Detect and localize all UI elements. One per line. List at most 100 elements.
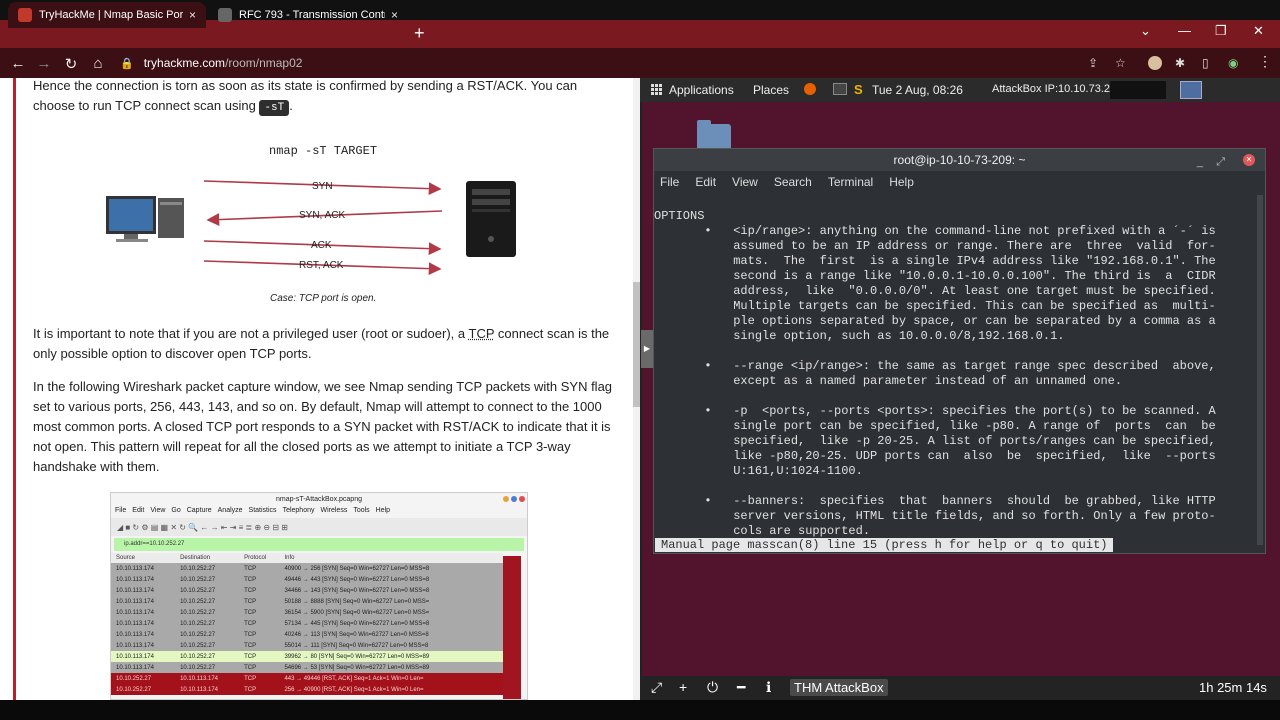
- extensions-puzzle-icon[interactable]: ✱: [1175, 56, 1185, 70]
- paragraph-end: .: [289, 98, 293, 113]
- info-icon[interactable]: ℹ: [766, 679, 771, 696]
- terminal-line: mats. The first is a single IPv4 address…: [654, 254, 1216, 268]
- packet-cell-info: 40246 → 113 [SYN] Seq=0 Win=62727 Len=0 …: [279, 629, 503, 640]
- share-icon[interactable]: ⇪: [1088, 56, 1098, 70]
- tab-rfc793[interactable]: RFC 793 - Transmission Control P ×: [208, 2, 408, 28]
- tab-tryhackme[interactable]: TryHackMe | Nmap Basic Port Sca ×: [8, 2, 206, 28]
- packet-cell-proto: TCP: [239, 684, 280, 695]
- terminal-line: address, like "0.0.0.0/0". At least one …: [654, 284, 1216, 298]
- terminal-line: single option, such as 10.0.0.0/8,192.16…: [654, 329, 1065, 343]
- browser-menu-icon[interactable]: ⋮: [1258, 53, 1272, 70]
- attackbox-bottom-bar: [640, 676, 1280, 700]
- power-icon[interactable]: ⏻: [707, 679, 718, 696]
- terminal-launcher-icon[interactable]: [833, 83, 847, 95]
- side-panel-icon[interactable]: ▯: [1202, 56, 1209, 70]
- packet-cell-info: 57134 → 445 [SYN] Seq=0 Win=62727 Len=0 …: [279, 618, 503, 629]
- packet-cell-dst: 10.10.113.174: [175, 684, 240, 695]
- terminal-line: second is a range like "10.0.0.1-10.0.0.…: [654, 269, 1216, 283]
- packet-cell-info: 256 → 40900 [RST, ACK] Seq=1 Ack=1 Win=0…: [279, 684, 503, 695]
- packet-cell-dst: 10.10.252.27: [175, 618, 240, 629]
- packet-list-table: Source Destination Protocol Info 10.10.113.…: [111, 553, 503, 695]
- terminal-line: like -p80,20-25. UDP ports can also be s…: [654, 449, 1216, 463]
- sublime-icon[interactable]: S: [854, 82, 863, 97]
- terminal-menu-item[interactable]: Help: [889, 175, 914, 189]
- extension-icon[interactable]: ◉: [1228, 56, 1238, 70]
- column-header: Source: [111, 553, 176, 563]
- terminal-minimize-icon[interactable]: _: [1197, 151, 1203, 173]
- window-dots: [503, 496, 525, 502]
- scrollbar-thumb[interactable]: [633, 282, 640, 407]
- url-host: tryhackme.com: [143, 56, 226, 70]
- tab-title: RFC 793 - Transmission Control P: [239, 9, 385, 21]
- terminal-line: U:161,U:1024-1100.: [654, 464, 863, 478]
- tcp-abbr[interactable]: TCP: [469, 326, 495, 341]
- packet-row: 10.10.113.174 10.10.252.27 TCP 54696 → 53 […: [111, 662, 503, 673]
- add-icon[interactable]: +: [679, 679, 687, 695]
- packet-row: 10.10.113.174 10.10.252.27 TCP 40246 → 113 …: [111, 629, 503, 640]
- arrow-label: ACK: [311, 240, 332, 251]
- packet-cell-proto: TCP: [239, 673, 280, 684]
- maximize-window-button[interactable]: ❐: [1215, 23, 1227, 39]
- terminal-line: except as a named parameter instead of a…: [654, 374, 1123, 388]
- packet-cell-dst: 10.10.252.27: [175, 563, 240, 574]
- packet-row: 10.10.113.174 10.10.252.27 TCP 57134 → 445 …: [111, 618, 503, 629]
- side-panel-toggle-icon[interactable]: ▶: [641, 330, 653, 368]
- packet-cell-src: 10.10.113.174: [111, 563, 176, 574]
- forward-arrow-icon[interactable]: →: [31, 55, 57, 72]
- terminal-maximize-icon[interactable]: ⤢: [1216, 151, 1225, 173]
- firefox-icon[interactable]: [804, 83, 816, 95]
- applications-menu[interactable]: Applications: [669, 83, 734, 97]
- packet-row: 10.10.113.174 10.10.252.27 TCP 34466 → 143 …: [111, 585, 503, 596]
- new-tab-button[interactable]: +: [414, 24, 425, 42]
- terminal-menu-item[interactable]: View: [732, 175, 758, 189]
- article-scrollbar[interactable]: [633, 78, 640, 700]
- terminal-menu-item[interactable]: File: [660, 175, 679, 189]
- packet-cell-dst: 10.10.252.27: [175, 651, 240, 662]
- url-field[interactable]: 🔒 tryhackme.com/room/nmap02: [120, 53, 1140, 73]
- reload-icon[interactable]: ↻: [58, 55, 84, 73]
- terminal-close-icon[interactable]: ✕: [1243, 154, 1255, 166]
- places-menu[interactable]: Places: [753, 83, 789, 97]
- packet-cell-src: 10.10.113.174: [111, 618, 176, 629]
- paragraph-text: Hence the connection is torn as soon as …: [33, 78, 578, 113]
- packet-cell-dst: 10.10.252.27: [175, 574, 240, 585]
- wireshark-menu: File Edit View Go Capture Analyze Statistics Te…: [111, 507, 527, 518]
- packet-cell-src: 10.10.113.174: [111, 585, 176, 596]
- wireshark-menu-item: Edit: [132, 507, 145, 514]
- profile-avatar[interactable]: [1148, 56, 1162, 70]
- packet-cell-src: 10.10.113.174: [111, 662, 176, 673]
- paragraph-text: It is important to note that if you are …: [33, 326, 469, 341]
- packet-cell-dst: 10.10.252.27: [175, 607, 240, 618]
- terminal-menu-item[interactable]: Search: [774, 175, 812, 189]
- wireshark-menu-item: Statistics: [248, 507, 277, 514]
- minimize-icon[interactable]: ━: [737, 679, 745, 696]
- packet-cell-info: 54696 → 53 [SYN] Seq=0 Win=62727 Len=0 M…: [279, 662, 503, 673]
- packet-row: 10.10.113.174 10.10.252.27 TCP 49446 → 443 …: [111, 574, 503, 585]
- terminal-line: • --range <ip/range>: the same as target…: [654, 359, 1216, 373]
- bookmark-star-icon[interactable]: ☆: [1115, 56, 1126, 70]
- fullscreen-icon[interactable]: ⤢: [651, 679, 662, 696]
- terminal-scrollbar[interactable]: [1257, 195, 1263, 545]
- home-icon[interactable]: ⌂: [85, 55, 111, 72]
- terminal-window[interactable]: root@ip-10-10-73-209: ~ _ ⤢ ✕ File Edit Vi…: [653, 148, 1266, 554]
- back-arrow-icon[interactable]: ←: [5, 55, 31, 72]
- wireshark-toolbar: ◢ ■ ↻ ⚙ ▤ ▦ ✕ ↻ 🔍 ← → ⇤ ⇥ ≡ ≣ ⊕ ⊖ ⊟ ⊞: [111, 518, 527, 536]
- packet-cell-proto: TCP: [239, 651, 280, 662]
- screen-icon[interactable]: [1180, 81, 1202, 99]
- packet-cell-proto: TCP: [239, 607, 280, 618]
- screen-bottom-bar: [0, 700, 1280, 720]
- tab-close-icon[interactable]: ×: [391, 8, 398, 22]
- terminal-menu-item[interactable]: Terminal: [828, 175, 873, 189]
- minimize-window-button[interactable]: —: [1178, 23, 1191, 38]
- clock: Tue 2 Aug, 08:26: [872, 83, 963, 97]
- apps-grid-icon[interactable]: [651, 84, 663, 96]
- close-window-button[interactable]: ✕: [1253, 23, 1264, 39]
- display-filter-field: ip.addr==10.10.252.27: [114, 538, 524, 551]
- tab-search-dropdown-icon[interactable]: ⌄: [1140, 23, 1151, 39]
- attackbox-ip: AttackBox IP:10.10.73.209: [992, 83, 1123, 95]
- tab-close-icon[interactable]: ×: [189, 8, 196, 22]
- terminal-menu-item[interactable]: Edit: [695, 175, 716, 189]
